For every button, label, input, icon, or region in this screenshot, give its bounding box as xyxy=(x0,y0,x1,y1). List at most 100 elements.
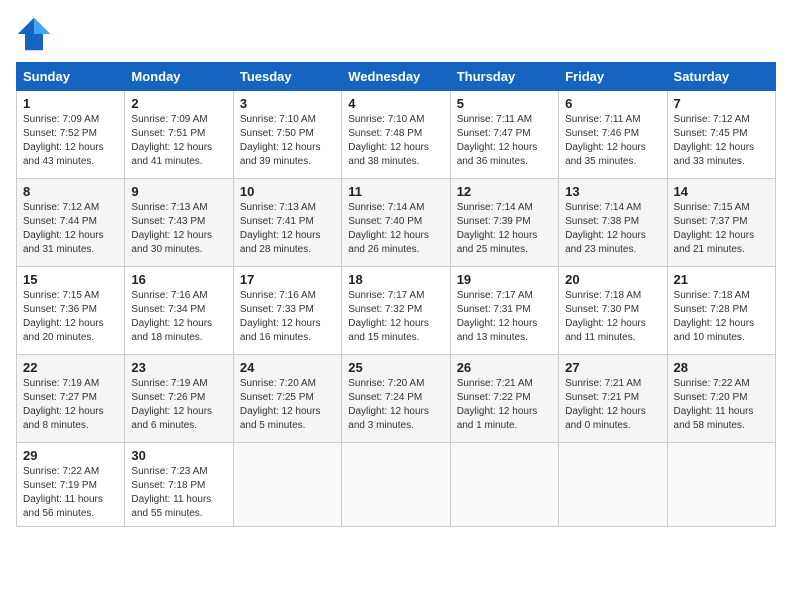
day-info: Sunrise: 7:20 AM Sunset: 7:25 PM Dayligh… xyxy=(240,377,335,433)
day-number: 6 xyxy=(565,96,660,111)
column-header-wednesday: Wednesday xyxy=(342,63,450,91)
day-number: 4 xyxy=(348,96,443,111)
day-number: 3 xyxy=(240,96,335,111)
day-info: Sunrise: 7:11 AM Sunset: 7:46 PM Dayligh… xyxy=(565,113,660,169)
calendar-cell xyxy=(559,443,667,527)
day-info: Sunrise: 7:14 AM Sunset: 7:39 PM Dayligh… xyxy=(457,201,552,257)
calendar-cell: 14 Sunrise: 7:15 AM Sunset: 7:37 PM Dayli… xyxy=(667,179,775,267)
day-number: 10 xyxy=(240,184,335,199)
day-number: 8 xyxy=(23,184,118,199)
day-number: 7 xyxy=(674,96,769,111)
calendar-cell: 3 Sunrise: 7:10 AM Sunset: 7:50 PM Daylig… xyxy=(233,91,341,179)
calendar-cell: 21Sunrise: 7:18 AM Sunset: 7:28 PM Dayli… xyxy=(667,267,775,355)
calendar-cell: 19 Sunrise: 7:17 AM Sunset: 7:31 PM Dayli… xyxy=(450,267,558,355)
day-number: 15 xyxy=(23,272,118,287)
day-info: Sunrise: 7:15 AM Sunset: 7:37 PM Dayligh… xyxy=(674,201,769,257)
column-header-saturday: Saturday xyxy=(667,63,775,91)
calendar-cell: 25Sunrise: 7:20 AM Sunset: 7:24 PM Dayli… xyxy=(342,355,450,443)
day-number: 11 xyxy=(348,184,443,199)
logo-icon xyxy=(16,16,52,52)
day-number: 2 xyxy=(131,96,226,111)
day-number: 27 xyxy=(565,360,660,375)
day-info: Sunrise: 7:13 AM Sunset: 7:43 PM Dayligh… xyxy=(131,201,226,257)
calendar-cell: 1 Sunrise: 7:09 AM Sunset: 7:52 PM Daylig… xyxy=(17,91,125,179)
page-header xyxy=(16,16,776,52)
calendar-cell: 8 Sunrise: 7:12 AM Sunset: 7:44 PM Daylig… xyxy=(17,179,125,267)
day-info: Sunrise: 7:10 AM Sunset: 7:48 PM Dayligh… xyxy=(348,113,443,169)
day-number: 25 xyxy=(348,360,443,375)
column-header-friday: Friday xyxy=(559,63,667,91)
logo xyxy=(16,16,58,52)
day-info: Sunrise: 7:09 AM Sunset: 7:51 PM Dayligh… xyxy=(131,113,226,169)
calendar-cell: 27 Sunrise: 7:21 AM Sunset: 7:21 PM Dayli… xyxy=(559,355,667,443)
day-info: Sunrise: 7:18 AM Sunset: 7:28 PM Dayligh… xyxy=(674,289,769,345)
calendar-cell: 20 Sunrise: 7:18 AM Sunset: 7:30 PM Dayli… xyxy=(559,267,667,355)
column-header-sunday: Sunday xyxy=(17,63,125,91)
calendar-cell: 12 Sunrise: 7:14 AM Sunset: 7:39 PM Dayli… xyxy=(450,179,558,267)
calendar-cell: 17Sunrise: 7:16 AM Sunset: 7:33 PM Dayli… xyxy=(233,267,341,355)
calendar-cell xyxy=(667,443,775,527)
day-info: Sunrise: 7:12 AM Sunset: 7:44 PM Dayligh… xyxy=(23,201,118,257)
day-number: 9 xyxy=(131,184,226,199)
day-info: Sunrise: 7:15 AM Sunset: 7:36 PM Dayligh… xyxy=(23,289,118,345)
day-number: 16 xyxy=(131,272,226,287)
calendar-cell: 5 Sunrise: 7:11 AM Sunset: 7:47 PM Daylig… xyxy=(450,91,558,179)
calendar-cell xyxy=(233,443,341,527)
calendar-cell: 11 Sunrise: 7:14 AM Sunset: 7:40 PM Dayli… xyxy=(342,179,450,267)
column-header-tuesday: Tuesday xyxy=(233,63,341,91)
day-number: 23 xyxy=(131,360,226,375)
day-info: Sunrise: 7:09 AM Sunset: 7:52 PM Dayligh… xyxy=(23,113,118,169)
day-info: Sunrise: 7:16 AM Sunset: 7:34 PM Dayligh… xyxy=(131,289,226,345)
day-info: Sunrise: 7:18 AM Sunset: 7:30 PM Dayligh… xyxy=(565,289,660,345)
calendar-cell: 4 Sunrise: 7:10 AM Sunset: 7:48 PM Daylig… xyxy=(342,91,450,179)
day-info: Sunrise: 7:16 AM Sunset: 7:33 PM Dayligh… xyxy=(240,289,335,345)
day-number: 18 xyxy=(348,272,443,287)
calendar-cell: 7 Sunrise: 7:12 AM Sunset: 7:45 PM Daylig… xyxy=(667,91,775,179)
day-number: 1 xyxy=(23,96,118,111)
calendar-cell: 29 Sunrise: 7:22 AM Sunset: 7:19 PM Dayli… xyxy=(17,443,125,527)
day-info: Sunrise: 7:21 AM Sunset: 7:22 PM Dayligh… xyxy=(457,377,552,433)
calendar-cell xyxy=(342,443,450,527)
day-number: 22 xyxy=(23,360,118,375)
calendar-cell: 18 Sunrise: 7:17 AM Sunset: 7:32 PM Dayli… xyxy=(342,267,450,355)
calendar-cell: 9 Sunrise: 7:13 AM Sunset: 7:43 PM Daylig… xyxy=(125,179,233,267)
calendar-cell: 2 Sunrise: 7:09 AM Sunset: 7:51 PM Daylig… xyxy=(125,91,233,179)
day-info: Sunrise: 7:21 AM Sunset: 7:21 PM Dayligh… xyxy=(565,377,660,433)
calendar-cell: 6 Sunrise: 7:11 AM Sunset: 7:46 PM Daylig… xyxy=(559,91,667,179)
calendar-cell: 26 Sunrise: 7:21 AM Sunset: 7:22 PM Dayli… xyxy=(450,355,558,443)
day-info: Sunrise: 7:17 AM Sunset: 7:31 PM Dayligh… xyxy=(457,289,552,345)
day-info: Sunrise: 7:14 AM Sunset: 7:38 PM Dayligh… xyxy=(565,201,660,257)
calendar-cell: 23 Sunrise: 7:19 AM Sunset: 7:26 PM Dayli… xyxy=(125,355,233,443)
day-number: 20 xyxy=(565,272,660,287)
day-info: Sunrise: 7:23 AM Sunset: 7:18 PM Dayligh… xyxy=(131,465,226,521)
calendar-cell: 13 Sunrise: 7:14 AM Sunset: 7:38 PM Dayli… xyxy=(559,179,667,267)
calendar-cell: 28 Sunrise: 7:22 AM Sunset: 7:20 PM Dayli… xyxy=(667,355,775,443)
calendar-cell: 22 Sunrise: 7:19 AM Sunset: 7:27 PM Dayli… xyxy=(17,355,125,443)
day-info: Sunrise: 7:11 AM Sunset: 7:47 PM Dayligh… xyxy=(457,113,552,169)
day-number: 13 xyxy=(565,184,660,199)
day-number: 28 xyxy=(674,360,769,375)
day-number: 12 xyxy=(457,184,552,199)
day-number: 29 xyxy=(23,448,118,463)
day-info: Sunrise: 7:14 AM Sunset: 7:40 PM Dayligh… xyxy=(348,201,443,257)
column-header-thursday: Thursday xyxy=(450,63,558,91)
day-info: Sunrise: 7:22 AM Sunset: 7:20 PM Dayligh… xyxy=(674,377,769,433)
column-header-monday: Monday xyxy=(125,63,233,91)
day-info: Sunrise: 7:10 AM Sunset: 7:50 PM Dayligh… xyxy=(240,113,335,169)
day-info: Sunrise: 7:22 AM Sunset: 7:19 PM Dayligh… xyxy=(23,465,118,521)
calendar-cell: 16 Sunrise: 7:16 AM Sunset: 7:34 PM Dayli… xyxy=(125,267,233,355)
calendar-table: SundayMondayTuesdayWednesdayThursdayFrid… xyxy=(16,62,776,527)
day-number: 14 xyxy=(674,184,769,199)
calendar-cell: 15 Sunrise: 7:15 AM Sunset: 7:36 PM Dayli… xyxy=(17,267,125,355)
day-info: Sunrise: 7:17 AM Sunset: 7:32 PM Dayligh… xyxy=(348,289,443,345)
day-info: Sunrise: 7:12 AM Sunset: 7:45 PM Dayligh… xyxy=(674,113,769,169)
day-number: 24 xyxy=(240,360,335,375)
day-number: 19 xyxy=(457,272,552,287)
day-info: Sunrise: 7:13 AM Sunset: 7:41 PM Dayligh… xyxy=(240,201,335,257)
day-info: Sunrise: 7:19 AM Sunset: 7:26 PM Dayligh… xyxy=(131,377,226,433)
day-number: 5 xyxy=(457,96,552,111)
day-number: 30 xyxy=(131,448,226,463)
day-info: Sunrise: 7:19 AM Sunset: 7:27 PM Dayligh… xyxy=(23,377,118,433)
calendar-cell: 30 Sunrise: 7:23 AM Sunset: 7:18 PM Dayli… xyxy=(125,443,233,527)
day-number: 26 xyxy=(457,360,552,375)
